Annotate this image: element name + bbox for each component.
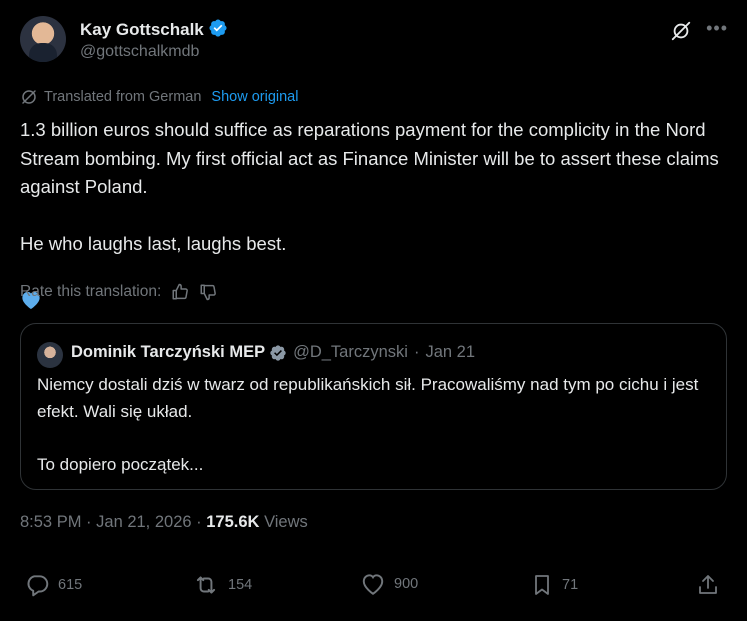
tweet-date[interactable]: Jan 21, 2026 (96, 513, 191, 531)
repost-icon (196, 576, 216, 594)
like-count: 900 (394, 576, 419, 592)
reply-count: 615 (58, 577, 83, 593)
meta-separator: · (86, 513, 92, 531)
tweet-paragraph: 1.3 billion euros should suffice as repa… (20, 119, 719, 197)
quote-text: Niemcy dostali dziś w twarz od republika… (37, 372, 717, 505)
bookmark-count: 71 (562, 577, 579, 593)
repost-button[interactable]: 154 (192, 572, 252, 598)
share-icon (699, 575, 717, 594)
tweet-header: Kay Gottschalk @gottschalkmdb ••• (20, 16, 732, 66)
author-name-text[interactable]: Kay Gottschalk (80, 20, 204, 39)
translation-notice: Translated from German Show original (20, 88, 298, 106)
views-label: Views (264, 513, 308, 531)
bookmark-button[interactable]: 71 (530, 572, 578, 598)
tweet-timestamp: 8:53 PM · Jan 21, 2026 · 175.6K Views (20, 513, 308, 532)
translate-icon (22, 90, 36, 104)
quote-author-avatar[interactable] (37, 342, 63, 368)
quote-author-name[interactable]: Dominik Tarczyński MEP (71, 343, 265, 362)
more-options-icon[interactable]: ••• (706, 18, 728, 39)
tweet-paragraph-last: He who laughs last, laughs best. (20, 230, 732, 259)
meta-separator: · (196, 513, 202, 531)
quote-separator: · (413, 343, 420, 361)
tweet-paragraph-text: He who laughs last, laughs best. (20, 233, 287, 254)
like-button[interactable]: 900 (360, 572, 418, 596)
thumbs-down-icon[interactable] (199, 283, 217, 301)
views-count: 175.6K (206, 513, 260, 531)
quote-header: Dominik Tarczyński MEP @D_Tarczynski · J… (71, 343, 475, 362)
grok-icon[interactable] (670, 20, 692, 42)
rate-label: Rate this translation: (20, 283, 162, 300)
quote-date[interactable]: Jan 21 (425, 343, 475, 362)
author-name[interactable]: Kay Gottschalk (80, 18, 228, 40)
tweet-text: 1.3 billion euros should suffice as repa… (20, 116, 732, 344)
author-handle[interactable]: @gottschalkmdb (80, 43, 199, 61)
quote-paragraph: Niemcy dostali dziś w twarz od republika… (37, 375, 699, 421)
share-button[interactable] (696, 572, 720, 598)
rate-translation: Rate this translation: (20, 283, 217, 301)
author-avatar[interactable] (20, 16, 66, 62)
reply-icon (27, 575, 49, 597)
reply-button[interactable]: 615 (24, 572, 82, 598)
tweet-time[interactable]: 8:53 PM (20, 513, 81, 531)
verified-badge-icon (270, 344, 286, 361)
heart-icon (362, 574, 384, 595)
quoted-tweet[interactable]: Dominik Tarczyński MEP @D_Tarczynski · J… (20, 323, 727, 490)
quote-paragraph: To dopiero początek... (37, 454, 204, 474)
thumbs-up-icon[interactable] (171, 283, 189, 301)
show-original-link[interactable]: Show original (211, 89, 298, 105)
tweet-actions: 615 154 900 71 (20, 572, 727, 604)
verified-badge-icon (209, 19, 227, 37)
quote-author-handle[interactable]: @D_Tarczynski (293, 343, 408, 362)
repost-count: 154 (228, 577, 253, 593)
bookmark-icon (535, 575, 549, 595)
poland-flag-emoji (296, 236, 318, 252)
translated-label: Translated from German (44, 89, 202, 105)
